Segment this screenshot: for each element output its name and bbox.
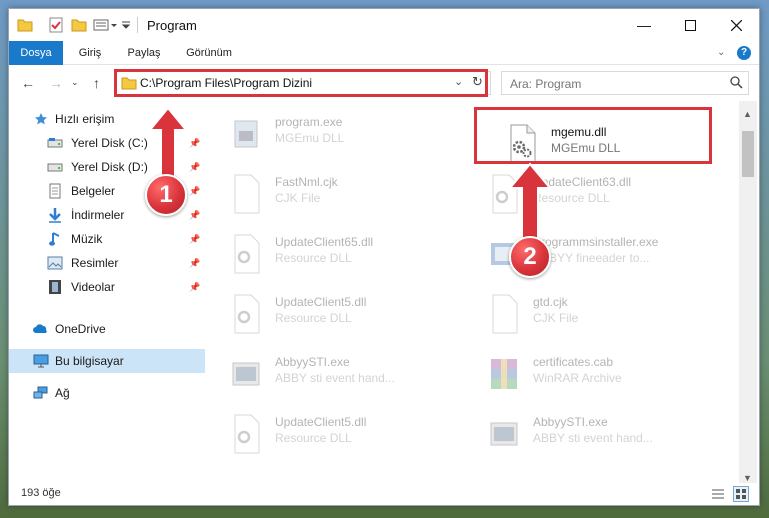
annotation-arrows	[147, 106, 553, 241]
arrow-2-icon	[507, 162, 553, 241]
arrow-1-icon	[147, 106, 189, 183]
step-badge-2: 2	[509, 236, 551, 278]
step-badge-1: 1	[145, 174, 187, 216]
